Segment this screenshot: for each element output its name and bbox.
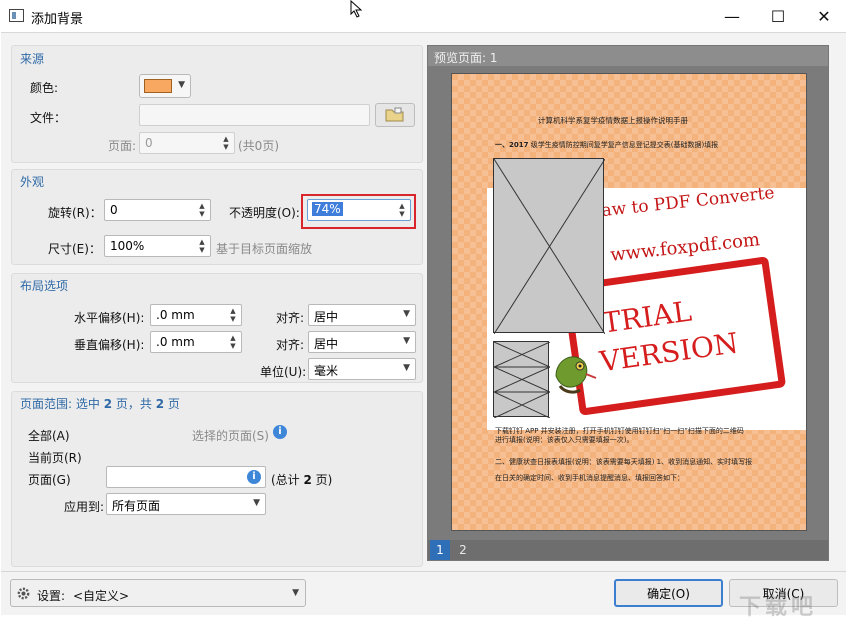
h-offset-spinner[interactable]: .0 mm ▲ ▼	[150, 304, 242, 326]
info-icon[interactable]: i	[247, 470, 261, 484]
appearance-heading: 外观	[20, 175, 45, 189]
v-align-label: 对齐:	[276, 338, 305, 352]
window-title: 添加背景	[31, 12, 84, 27]
v-align-select[interactable]: 居中 ▼	[308, 331, 416, 353]
unit-select[interactable]: 毫米 ▼	[308, 358, 416, 380]
preview-heading: 预览页面: 1	[434, 51, 498, 65]
info-icon[interactable]: i	[273, 425, 287, 439]
layout-heading: 布局选项	[20, 279, 69, 293]
unit-label: 单位(U):	[260, 365, 307, 379]
opacity-spinner[interactable]: 74% ▲ ▼	[307, 199, 411, 221]
folder-icon	[385, 107, 404, 122]
h-align-select[interactable]: 居中 ▼	[308, 304, 416, 326]
page-total-label: (共0页)	[238, 139, 279, 153]
page-tab-2[interactable]: 2	[453, 540, 473, 560]
apply-to-select[interactable]: 所有页面 ▼	[106, 493, 266, 515]
file-label: 文件：	[30, 111, 67, 125]
page-range-group: 页面范围: 选中 2 页，共 2 页 全部(A) 选择的页面(S) i 当前页(…	[11, 391, 423, 567]
opacity-label: 不透明度(O):	[229, 206, 300, 220]
selected-pages-option[interactable]: 选择的页面(S)	[192, 427, 269, 444]
h-offset-label: 水平偏移(H):	[74, 311, 145, 325]
spinner-arrows-icon: ▲ ▼	[230, 307, 236, 323]
pages-total-label: (总计 2 页)	[271, 473, 333, 487]
current-page-option[interactable]: 当前页(R)	[28, 449, 82, 466]
preview-panel: 预览页面: 1 计算机科学系复学疫情数据上报操作说明手册 一、2017 级学生疫…	[427, 45, 829, 561]
image-placeholder	[493, 158, 605, 334]
preview-pager: 1 2	[428, 540, 828, 560]
source-page-spinner[interactable]: 0 ▲ ▼	[139, 132, 235, 154]
gear-icon	[17, 587, 30, 600]
spinner-arrows-icon: ▲ ▼	[399, 202, 405, 218]
chevron-down-icon: ▼	[178, 80, 185, 90]
pages-input[interactable]: i	[106, 466, 266, 488]
doc-line-3: 进行填报(说明：该表仅入只需要填报一次)。	[495, 436, 634, 444]
mouse-cursor-icon	[350, 0, 363, 18]
spinner-arrows-icon: ▲ ▼	[223, 135, 229, 151]
chevron-down-icon: ▼	[403, 363, 410, 373]
pages-option[interactable]: 页面(G)	[28, 471, 71, 488]
spinner-arrows-icon: ▲ ▼	[199, 238, 205, 254]
spinner-arrows-icon: ▲ ▼	[230, 334, 236, 350]
color-picker[interactable]: ▼	[139, 74, 191, 98]
ok-button[interactable]: 确定(O)	[614, 579, 723, 607]
apply-to-label: 应用到:	[64, 500, 105, 514]
doc-line-5: 在日关的确定时间、收到手机消息提醒消息、填报回答如下：	[495, 474, 684, 482]
chevron-down-icon: ▼	[253, 498, 260, 508]
chameleon-mascot-icon	[555, 356, 597, 394]
close-button[interactable]: ✕	[801, 0, 847, 32]
all-pages-option[interactable]: 全部(A)	[28, 427, 70, 444]
maximize-button[interactable]: ☐	[755, 0, 801, 32]
layout-group: 布局选项 水平偏移(H): .0 mm ▲ ▼ 对齐: 居中 ▼ 垂直偏移(H):…	[11, 273, 423, 383]
h-align-label: 对齐:	[276, 311, 305, 325]
preview-header: 预览页面: 1	[428, 46, 828, 66]
preview-page: 计算机科学系复学疫情数据上报操作说明手册 一、2017 级学生疫情防控期间复学复…	[451, 73, 807, 531]
site-watermark: 下载吧	[739, 595, 818, 620]
v-offset-label: 垂直偏移(H):	[74, 338, 145, 352]
image-placeholder-small	[493, 341, 550, 418]
browse-file-button[interactable]	[375, 103, 415, 127]
doc-title: 计算机科学系复学疫情数据上报操作说明手册	[538, 116, 688, 125]
footer-divider	[1, 571, 846, 572]
page-label: 页面:	[108, 139, 137, 153]
v-offset-spinner[interactable]: .0 mm ▲ ▼	[150, 331, 242, 353]
page-range-heading: 页面范围: 选中 2 页，共 2 页	[20, 397, 180, 411]
size-spinner[interactable]: 100% ▲ ▼	[104, 235, 211, 257]
chevron-down-icon: ▼	[292, 588, 299, 598]
page-tab-1[interactable]: 1	[430, 540, 450, 560]
chevron-down-icon: ▼	[403, 336, 410, 346]
chevron-down-icon: ▼	[403, 309, 410, 319]
file-path-input[interactable]	[139, 104, 370, 126]
rotation-label: 旋转(R)：	[48, 206, 102, 220]
size-label: 尺寸(E)：	[48, 242, 101, 256]
color-label: 颜色:	[30, 81, 59, 95]
title-bar: 添加背景 — ☐ ✕	[0, 0, 847, 32]
color-swatch	[144, 79, 172, 93]
appearance-group: 外观 旋转(R)： 0 ▲ ▼ 不透明度(O): 74% ▲ ▼ 尺寸(E)： 10…	[11, 169, 423, 265]
minimize-button[interactable]: —	[709, 0, 755, 32]
app-icon	[9, 9, 24, 22]
spinner-arrows-icon: ▲ ▼	[199, 202, 205, 218]
source-group: 来源 颜色: ▼ 文件： 页面: 0 ▲ ▼ (共0页)	[11, 45, 423, 163]
size-note: 基于目标页面缩放	[216, 242, 313, 256]
rotation-spinner[interactable]: 0 ▲ ▼	[104, 199, 211, 221]
doc-line-4: 二、健康状查日报表填报(说明：该表需要每天填报) 1、收到消息通知、实时填写报	[495, 458, 753, 466]
doc-line-1: 一、2017 级学生疫情防控期间复学复产信息登记提交表(基础数据)填报	[495, 141, 719, 149]
source-heading: 来源	[20, 52, 45, 66]
settings-select[interactable]: 设置: <自定义> ▼	[10, 579, 306, 607]
dialog-body: 来源 颜色: ▼ 文件： 页面: 0 ▲ ▼ (共0页) 外观 旋转(R)： 0 …	[1, 32, 846, 620]
